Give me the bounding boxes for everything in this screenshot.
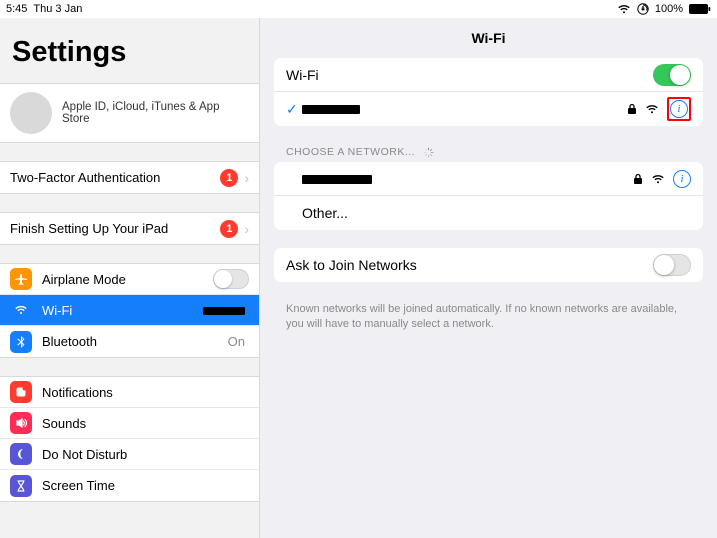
annotation-highlight: i xyxy=(667,97,691,121)
detail-pane: Wi-Fi Wi-Fi ✓ i CHOOSE A NETWORK... xyxy=(260,18,717,538)
sidebar-item-screen-time[interactable]: Screen Time xyxy=(0,470,259,501)
wifi-icon xyxy=(10,299,32,321)
sidebar-item-appleid[interactable]: Apple ID, iCloud, iTunes & App Store xyxy=(0,83,259,143)
airplane-toggle[interactable] xyxy=(213,269,249,289)
wifi-master-row: Wi-Fi xyxy=(274,58,703,92)
sidebar-item-wifi[interactable]: Wi-Fi xyxy=(0,295,259,326)
wifi-toggle[interactable] xyxy=(653,64,691,86)
status-bar: 5:45 Thu 3 Jan 100% xyxy=(0,0,717,18)
sidebar-item-airplane[interactable]: Airplane Mode xyxy=(0,264,259,295)
connected-network-name xyxy=(302,101,627,117)
network-name xyxy=(302,171,633,187)
badge: 1 xyxy=(220,220,238,238)
sidebar-item-dnd[interactable]: Do Not Disturb xyxy=(0,439,259,470)
sidebar-title: Settings xyxy=(0,18,259,83)
wifi-signal-icon xyxy=(645,104,659,114)
battery-icon xyxy=(689,4,711,14)
badge: 1 xyxy=(220,169,238,187)
appleid-label: Apple ID, iCloud, iTunes & App Store xyxy=(62,101,249,125)
lock-icon xyxy=(627,103,637,115)
wifi-value xyxy=(203,303,245,318)
wifi-connected-row[interactable]: ✓ i xyxy=(274,92,703,126)
sidebar: Settings Apple ID, iCloud, iTunes & App … xyxy=(0,18,260,538)
page-title: Wi-Fi xyxy=(260,18,717,58)
orientation-lock-icon xyxy=(637,3,649,15)
ask-join-row: Ask to Join Networks xyxy=(274,248,703,282)
notifications-icon xyxy=(10,381,32,403)
wifi-signal-icon xyxy=(651,174,665,184)
moon-icon xyxy=(10,443,32,465)
bluetooth-icon xyxy=(10,331,32,353)
sidebar-item-finish-setup[interactable]: Finish Setting Up Your iPad 1 › xyxy=(0,213,259,244)
ask-join-toggle[interactable] xyxy=(653,254,691,276)
spinner-icon xyxy=(423,147,434,158)
info-button[interactable]: i xyxy=(670,100,688,118)
choose-network-header: CHOOSE A NETWORK... xyxy=(260,140,717,162)
wifi-network-row[interactable]: i xyxy=(274,162,703,196)
sidebar-item-two-factor[interactable]: Two-Factor Authentication 1 › xyxy=(0,162,259,193)
hourglass-icon xyxy=(10,475,32,497)
sidebar-item-notifications[interactable]: Notifications xyxy=(0,377,259,408)
status-date: Thu 3 Jan xyxy=(33,3,82,15)
status-battery-pct: 100% xyxy=(655,3,683,15)
sidebar-item-sounds[interactable]: Sounds xyxy=(0,408,259,439)
wifi-status-icon xyxy=(617,4,631,14)
sounds-icon xyxy=(10,412,32,434)
info-button[interactable]: i xyxy=(673,170,691,188)
wifi-other-row[interactable]: Other... xyxy=(274,196,703,230)
sidebar-item-bluetooth[interactable]: Bluetooth On xyxy=(0,326,259,357)
status-time: 5:45 xyxy=(6,3,27,15)
chevron-right-icon: › xyxy=(244,170,249,186)
airplane-icon xyxy=(10,268,32,290)
chevron-right-icon: › xyxy=(244,221,249,237)
check-icon: ✓ xyxy=(286,101,302,118)
avatar xyxy=(10,92,52,134)
lock-icon xyxy=(633,173,643,185)
ask-join-note: Known networks will be joined automatica… xyxy=(260,296,717,343)
